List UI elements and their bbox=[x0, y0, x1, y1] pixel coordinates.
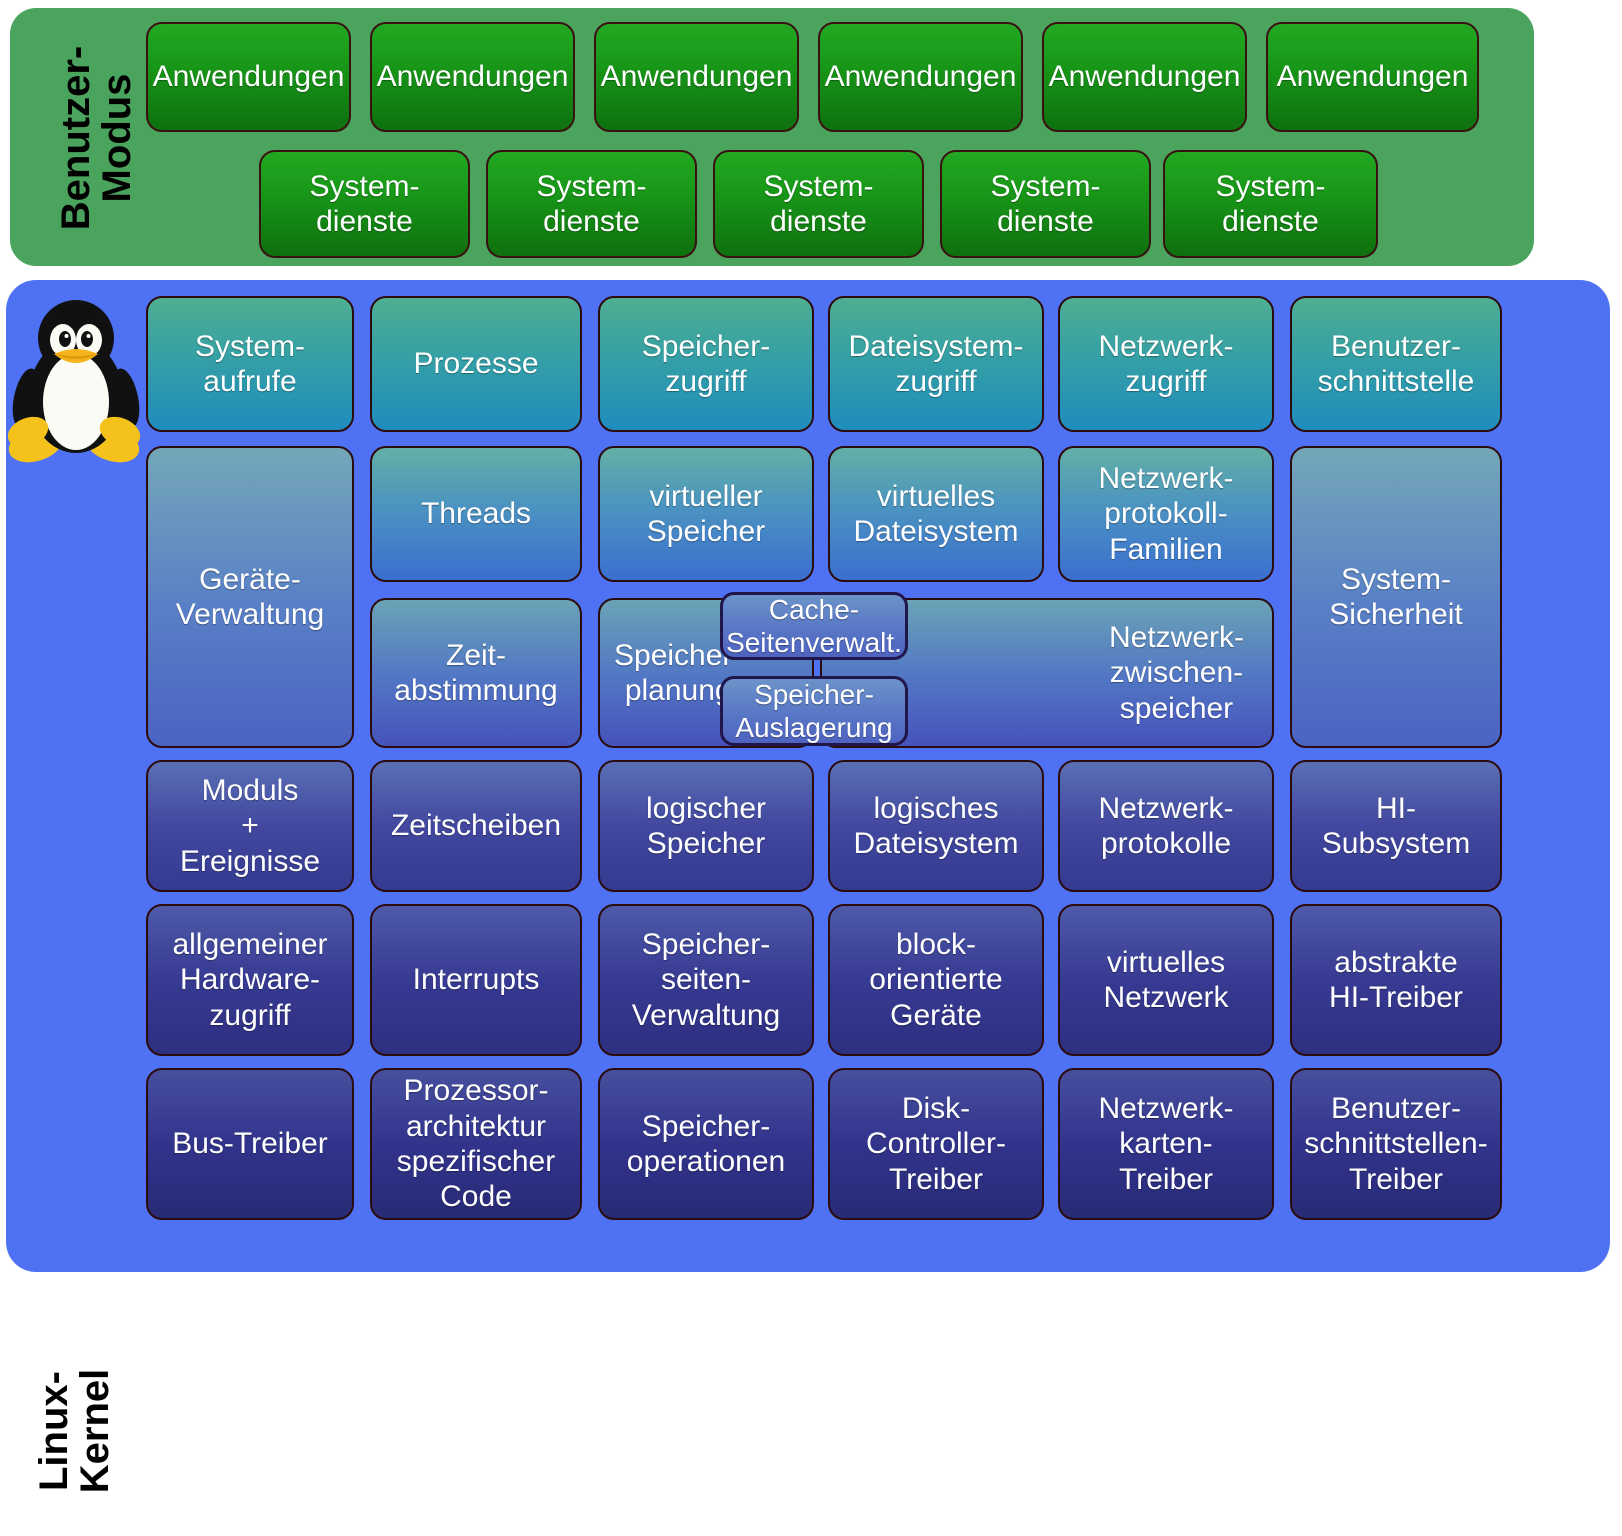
kernel-box-label: logisches Dateisystem bbox=[853, 791, 1019, 860]
kernel-box-label: Netzwerk- protokolle bbox=[1098, 791, 1234, 860]
kernel-box[interactable]: Netzwerk- protokoll- Familien bbox=[1058, 446, 1274, 582]
kernel-box-label: block- orientierte Geräte bbox=[869, 927, 1003, 1032]
kernel-box-label: Netzwerk- karten- Treiber bbox=[1098, 1091, 1234, 1196]
kernel-box[interactable]: Zeitscheiben bbox=[370, 760, 582, 892]
system-service-box[interactable]: System- dienste bbox=[259, 150, 470, 258]
system-service-box[interactable]: System- dienste bbox=[713, 150, 924, 258]
kernel-box[interactable]: Speicher- operationen bbox=[598, 1068, 814, 1220]
kernel-box[interactable]: Disk-Controller- Treiber bbox=[828, 1068, 1044, 1220]
kernel-box[interactable]: Prozessor- architektur spezifischer Code bbox=[370, 1068, 582, 1220]
kernel-box[interactable]: HI- Subsystem bbox=[1290, 760, 1502, 892]
kernel-box[interactable]: logischer Speicher bbox=[598, 760, 814, 892]
kernel-box-label: Netzwerk- protokoll- Familien bbox=[1098, 461, 1234, 566]
kernel-box[interactable]: Geräte- Verwaltung bbox=[146, 446, 354, 748]
user-mode-label-line1: Benutzer- bbox=[54, 45, 98, 231]
kernel-box-label: Threads bbox=[420, 497, 532, 531]
system-service-label: System- dienste bbox=[309, 169, 420, 238]
kernel-box[interactable]: Prozesse bbox=[370, 296, 582, 432]
kernel-box-label: System- Sicherheit bbox=[1329, 562, 1463, 631]
kernel-box[interactable]: allgemeiner Hardware- zugriff bbox=[146, 904, 354, 1056]
application-label: Anwendungen bbox=[152, 60, 345, 94]
application-label: Anwendungen bbox=[824, 60, 1017, 94]
kernel-box[interactable]: Benutzer- schnittstellen- Treiber bbox=[1290, 1068, 1502, 1220]
kernel-box[interactable]: Moduls + Ereignisse bbox=[146, 760, 354, 892]
kernel-box-label: Dateisystem- zugriff bbox=[848, 329, 1024, 398]
kernel-box-label: Speicher- Auslagerung bbox=[735, 678, 893, 743]
system-service-label: System- dienste bbox=[1215, 169, 1326, 238]
kernel-label-line1: Linux- bbox=[32, 1371, 76, 1491]
kernel-box-label: Netzwerk- zugriff bbox=[1098, 329, 1234, 398]
application-box[interactable]: Anwendungen bbox=[594, 22, 799, 132]
kernel-box[interactable]: virtuelles Dateisystem bbox=[828, 446, 1044, 582]
kernel-box[interactable]: Netzwerk- karten- Treiber bbox=[1058, 1068, 1274, 1220]
kernel-box[interactable]: Netzwerk- zugriff bbox=[1058, 296, 1274, 432]
kernel-box-label: Moduls + Ereignisse bbox=[179, 773, 321, 878]
application-box[interactable]: Anwendungen bbox=[370, 22, 575, 132]
system-service-box[interactable]: System- dienste bbox=[940, 150, 1151, 258]
kernel-label: Linux- Kernel bbox=[32, 1326, 117, 1536]
kernel-box-label: Disk-Controller- Treiber bbox=[865, 1091, 1007, 1196]
system-service-label: System- dienste bbox=[990, 169, 1101, 238]
kernel-box-label: Interrupts bbox=[412, 963, 540, 997]
kernel-box-label: Benutzer- schnittstellen- Treiber bbox=[1304, 1091, 1488, 1196]
application-box[interactable]: Anwendungen bbox=[1266, 22, 1479, 132]
kernel-overlay-box[interactable]: Speicher- Auslagerung bbox=[720, 676, 908, 746]
kernel-box-label: Cache- Seitenverwalt. bbox=[726, 593, 902, 658]
kernel-box-label: Prozessor- architektur spezifischer Code bbox=[396, 1074, 556, 1214]
kernel-box-label: virtueller Speicher bbox=[646, 479, 766, 548]
kernel-box-label: virtuelles Netzwerk bbox=[1103, 945, 1229, 1014]
application-box[interactable]: Anwendungen bbox=[1042, 22, 1247, 132]
kernel-box-label: allgemeiner Hardware- zugriff bbox=[172, 927, 328, 1032]
kernel-box-label: HI- Subsystem bbox=[1321, 791, 1471, 860]
kernel-box[interactable]: Bus-Treiber bbox=[146, 1068, 354, 1220]
kernel-box-label: abstrakte HI-Treiber bbox=[1329, 945, 1463, 1014]
application-label: Anwendungen bbox=[600, 60, 793, 94]
application-label: Anwendungen bbox=[1048, 60, 1241, 94]
tux-penguin-logo bbox=[8, 300, 141, 463]
kernel-box-label: Bus-Treiber bbox=[172, 1127, 328, 1161]
system-service-box[interactable]: System- dienste bbox=[486, 150, 697, 258]
kernel-box-label: Netzwerk- zwischen- speicher bbox=[1108, 620, 1244, 725]
kernel-box[interactable]: System- Sicherheit bbox=[1290, 446, 1502, 748]
application-label: Anwendungen bbox=[1276, 60, 1469, 94]
kernel-box-label: Zeitscheiben bbox=[390, 809, 562, 843]
application-label: Anwendungen bbox=[376, 60, 569, 94]
kernel-box[interactable]: abstrakte HI-Treiber bbox=[1290, 904, 1502, 1056]
kernel-box[interactable]: Zeit- abstimmung bbox=[370, 598, 582, 748]
kernel-box-label: Prozesse bbox=[413, 347, 539, 381]
kernel-box[interactable]: virtuelles Netzwerk bbox=[1058, 904, 1274, 1056]
kernel-label-line2: Kernel bbox=[72, 1368, 117, 1494]
kernel-box-label: Benutzer- schnittstelle bbox=[1317, 329, 1475, 398]
system-service-label: System- dienste bbox=[536, 169, 647, 238]
kernel-box-label: logischer Speicher bbox=[645, 791, 767, 860]
user-mode-label: Benutzer- Modus bbox=[54, 18, 139, 258]
kernel-box[interactable]: Speicher- zugriff bbox=[598, 296, 814, 432]
kernel-box[interactable]: Threads bbox=[370, 446, 582, 582]
kernel-box-label: virtuelles Dateisystem bbox=[853, 479, 1019, 548]
system-service-label: System- dienste bbox=[763, 169, 874, 238]
kernel-box[interactable]: Interrupts bbox=[370, 904, 582, 1056]
application-box[interactable]: Anwendungen bbox=[146, 22, 351, 132]
kernel-box-label: Zeit- abstimmung bbox=[394, 638, 558, 707]
kernel-box-label: Geräte- Verwaltung bbox=[175, 562, 325, 631]
kernel-box[interactable]: block- orientierte Geräte bbox=[828, 904, 1044, 1056]
kernel-box[interactable]: virtueller Speicher bbox=[598, 446, 814, 582]
kernel-box[interactable]: System- aufrufe bbox=[146, 296, 354, 432]
kernel-box[interactable]: Netzwerk- protokolle bbox=[1058, 760, 1274, 892]
kernel-box[interactable]: Benutzer- schnittstelle bbox=[1290, 296, 1502, 432]
user-mode-label-line2: Modus bbox=[94, 73, 139, 203]
kernel-box[interactable]: logisches Dateisystem bbox=[828, 760, 1044, 892]
kernel-overlay-box[interactable]: Cache- Seitenverwalt. bbox=[720, 592, 908, 660]
kernel-box-label: Speicher- zugriff bbox=[641, 329, 771, 398]
kernel-box[interactable]: Dateisystem- zugriff bbox=[828, 296, 1044, 432]
kernel-box-label: Speicher- operationen bbox=[626, 1109, 786, 1178]
kernel-box[interactable]: Speicher- seiten- Verwaltung bbox=[598, 904, 814, 1056]
kernel-box-label: System- aufrufe bbox=[194, 329, 305, 398]
application-box[interactable]: Anwendungen bbox=[818, 22, 1023, 132]
kernel-box-label: Speicher- seiten- Verwaltung bbox=[631, 927, 781, 1032]
system-service-box[interactable]: System- dienste bbox=[1163, 150, 1378, 258]
